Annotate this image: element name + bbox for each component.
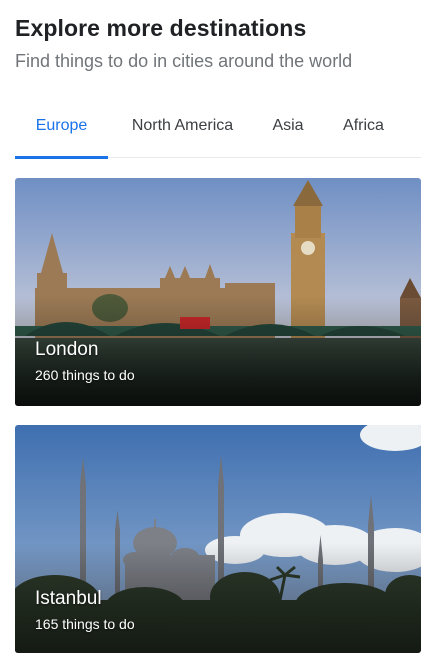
destination-card-istanbul[interactable]: Istanbul 165 things to do — [15, 425, 421, 653]
tab-north-america[interactable]: North America — [115, 98, 250, 158]
tab-label: Africa — [343, 117, 384, 134]
tab-asia[interactable]: Asia — [262, 98, 314, 158]
page-subtitle: Find things to do in cities around the w… — [15, 51, 353, 71]
explore-destinations-page: Explore more destinations Find things to… — [0, 0, 433, 663]
tab-label: Europe — [35, 117, 88, 134]
destination-card-london[interactable]: London 260 things to do — [15, 178, 421, 406]
active-tab-indicator — [15, 156, 108, 159]
destination-name: London — [35, 339, 99, 360]
region-tabs: Europe North America Asia Africa — [15, 98, 421, 159]
tab-europe[interactable]: Europe — [15, 98, 108, 159]
tab-africa[interactable]: Africa — [334, 98, 393, 158]
page-title: Explore more destinations — [15, 15, 307, 41]
destination-count: 260 things to do — [35, 367, 135, 383]
tab-label: North America — [131, 117, 234, 134]
destination-name: Istanbul — [35, 588, 102, 609]
tab-label: Asia — [272, 117, 304, 134]
destination-count: 165 things to do — [35, 616, 135, 632]
